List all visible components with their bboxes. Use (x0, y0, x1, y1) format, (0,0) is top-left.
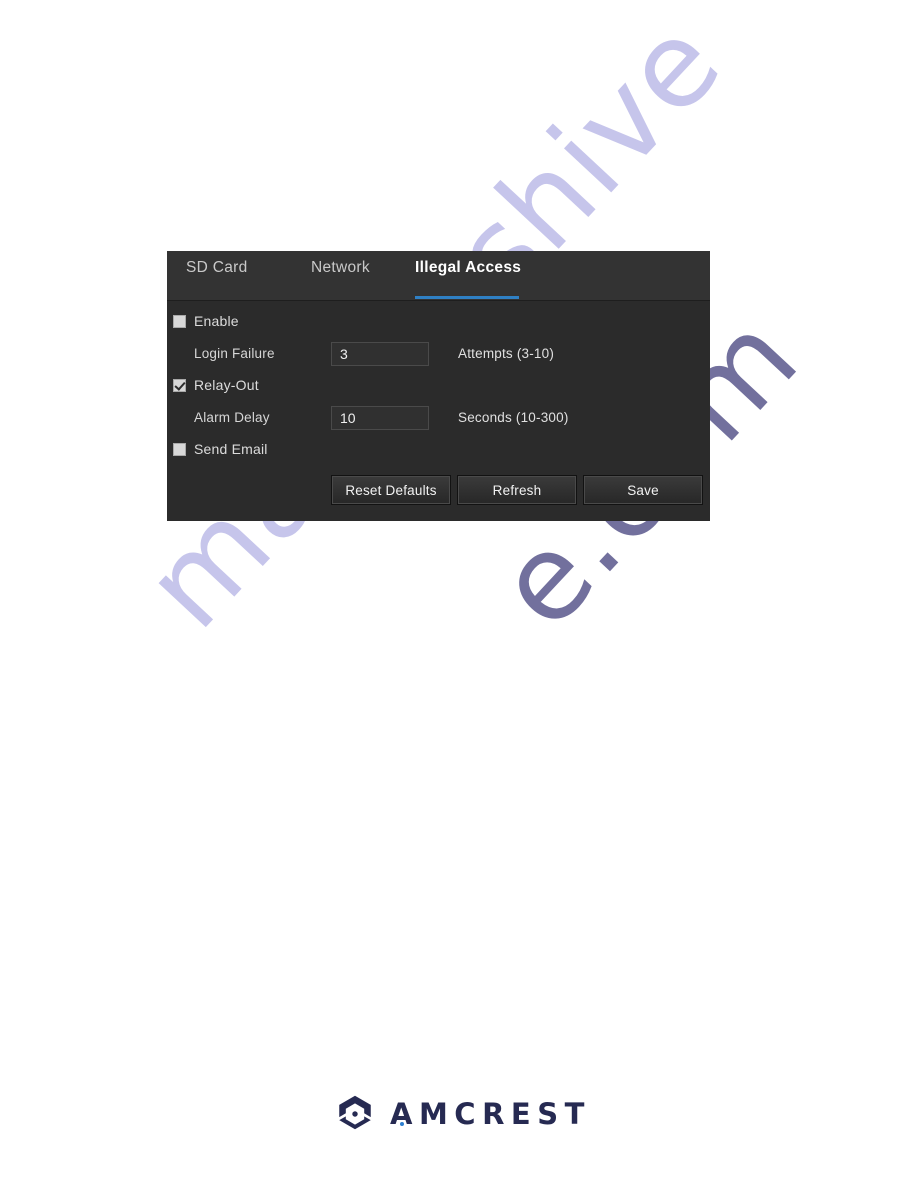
button-bar: Reset Defaults Refresh Save (167, 475, 710, 509)
watermark-layer: manualshive e.com (0, 0, 918, 1188)
row-login-failure: Login Failure Attempts (3-10) (167, 341, 710, 373)
enable-label[interactable]: Enable (194, 313, 239, 329)
send-email-label[interactable]: Send Email (194, 441, 268, 457)
tab-network[interactable]: Network (311, 259, 370, 299)
save-button[interactable]: Save (583, 475, 703, 505)
reset-defaults-button[interactable]: Reset Defaults (331, 475, 451, 505)
alarm-delay-label: Alarm Delay (194, 410, 270, 425)
row-send-email: Send Email (167, 437, 710, 469)
tab-illegal-access[interactable]: Illegal Access (415, 259, 521, 299)
alarm-delay-input[interactable] (331, 406, 429, 430)
relay-out-checkbox[interactable] (173, 379, 186, 392)
tab-network-label: Network (311, 259, 370, 276)
tab-strip: SD Card Network Illegal Access (167, 251, 710, 301)
illegal-access-settings-panel: SD Card Network Illegal Access Enable Lo… (167, 251, 710, 521)
panel-body: Enable Login Failure Attempts (3-10) Rel… (167, 301, 710, 520)
refresh-button[interactable]: Refresh (457, 475, 577, 505)
relay-out-label[interactable]: Relay-Out (194, 377, 259, 393)
tab-sd-card-label: SD Card (186, 259, 248, 276)
tab-illegal-access-label: Illegal Access (415, 259, 522, 276)
login-failure-input[interactable] (331, 342, 429, 366)
row-alarm-delay: Alarm Delay Seconds (10-300) (167, 405, 710, 437)
amcrest-hexagon-icon (339, 1095, 371, 1130)
tab-sd-card[interactable]: SD Card (186, 259, 248, 299)
login-failure-label: Login Failure (194, 346, 275, 361)
send-email-checkbox[interactable] (173, 443, 186, 456)
row-relay-out: Relay-Out (167, 373, 710, 405)
alarm-delay-unit: Seconds (10-300) (458, 410, 569, 425)
amcrest-logo: AMCREST (334, 1090, 586, 1138)
row-enable: Enable (167, 309, 710, 341)
amcrest-wordmark: AMCREST (390, 1096, 591, 1131)
login-failure-unit: Attempts (3-10) (458, 346, 555, 361)
amcrest-accent-dot-icon (400, 1121, 404, 1126)
amcrest-wordmark-text: AMCREST (390, 1096, 591, 1131)
active-tab-underline (415, 296, 519, 299)
enable-checkbox[interactable] (173, 315, 186, 328)
